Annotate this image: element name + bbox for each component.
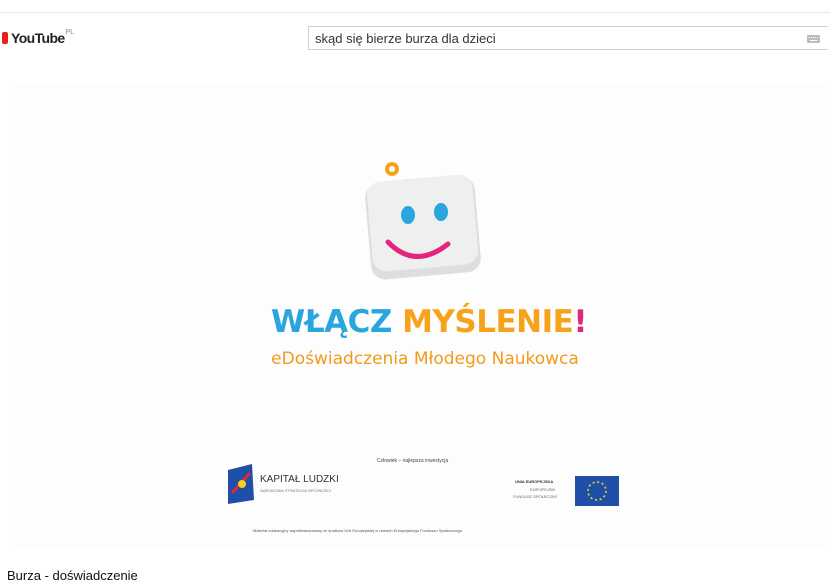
youtube-play-icon <box>2 32 8 44</box>
eu-title: UNIA EUROPEJSKA <box>515 479 554 484</box>
kapital-ludzki-logo <box>228 464 254 504</box>
eu-line-3: FUNDUSZ SPOŁECZNY <box>513 494 558 499</box>
sponsor-motto: Człowiek – najlepsza inwestycja <box>377 458 449 464</box>
keyboard-icon[interactable] <box>807 35 820 43</box>
show-subtitle: eDoświadczenia Młodego Naukowca <box>271 349 579 369</box>
kapital-ludzki-title: KAPITAŁ LUDZKI <box>260 474 339 485</box>
headline-word-2: MYŚLENIE <box>402 304 574 340</box>
eu-flag-icon <box>575 476 619 506</box>
video-title: Burza - doświadczenie <box>7 568 138 583</box>
smiley-face-icon <box>365 174 481 280</box>
logo-country-code: PL <box>65 28 75 36</box>
headline-word-1: WŁĄCZ <box>271 304 403 340</box>
kapital-ludzki-subtitle: NARODOWA STRATEGIA SPÓJNOŚCI <box>260 488 332 493</box>
funding-note: Materiał edukacyjny współfinansowany ze … <box>253 528 462 533</box>
video-player[interactable]: WŁĄCZ MYŚLENIE! eDoświadczenia Młodego N… <box>10 84 830 548</box>
youtube-logo[interactable]: YouTube PL <box>2 28 75 46</box>
search-input[interactable] <box>309 27 775 49</box>
logo-text: YouTube <box>11 30 65 46</box>
show-headline: WŁĄCZ MYŚLENIE! <box>239 304 619 340</box>
eu-line-2: EUROPEJSKI <box>530 487 556 492</box>
search-box[interactable] <box>308 26 828 50</box>
headline-exclaim: ! <box>573 304 587 340</box>
